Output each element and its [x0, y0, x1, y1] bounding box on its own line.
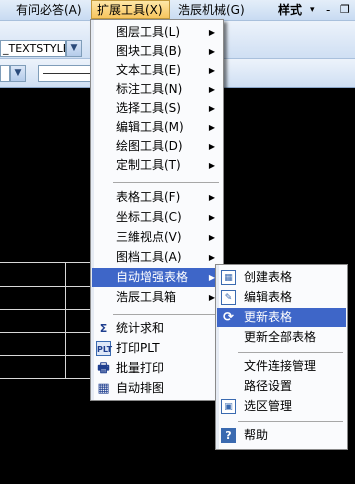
- menu-item-edit-table[interactable]: ✎ 编辑表格: [217, 288, 346, 307]
- auto-layout-icon: ▦: [97, 381, 110, 396]
- table-line: [0, 286, 90, 287]
- submenu-arrow-icon: ▶: [208, 28, 215, 37]
- menu-separator: [238, 421, 343, 422]
- table-line: [0, 378, 90, 379]
- menu-item-label: 文件连接管理: [244, 359, 317, 373]
- menu-item-label: 图块工具(B): [116, 44, 182, 58]
- menu-item-layer-tools[interactable]: 图层工具(L) ▶: [92, 23, 222, 42]
- menu-bar-edge: [0, 2, 6, 18]
- menu-item-label: 坐标工具(C): [116, 210, 182, 224]
- table-line: [0, 332, 90, 333]
- menu-item-label: 批量打印: [116, 361, 165, 375]
- menu-item-help[interactable]: ? 帮助: [217, 426, 346, 445]
- menu-item-label: 更新全部表格: [244, 330, 317, 344]
- menu-bar: 有问必答(A) 扩展工具(X) 浩辰机械(G) 样式 ▾ - ❐: [0, 0, 355, 21]
- menu-gstarcad-mechanical[interactable]: 浩辰机械(G): [178, 2, 245, 18]
- menu-item-label: 定制工具(T): [116, 158, 181, 172]
- sigma-icon: Σ: [99, 322, 108, 335]
- menu-item-label: 文本工具(E): [116, 63, 181, 77]
- table-line: [0, 262, 90, 263]
- menu-separator: [113, 182, 219, 183]
- menu-item-label: 图档工具(A): [116, 250, 182, 264]
- style-dropdown-icon[interactable]: ▾: [310, 2, 315, 18]
- table-line: [0, 355, 90, 356]
- style-label[interactable]: 样式: [278, 2, 302, 18]
- submenu-arrow-icon: ▶: [208, 161, 215, 170]
- chevron-down-icon[interactable]: ▼: [66, 40, 82, 57]
- menu-item-text-tools[interactable]: 文本工具(E) ▶: [92, 61, 222, 80]
- menu-item-create-table[interactable]: ▦ 创建表格: [217, 268, 346, 287]
- menu-item-drawing-file-tools[interactable]: 图档工具(A) ▶: [92, 248, 222, 267]
- textstyle-combo[interactable]: _TEXTSTYLE: [0, 40, 66, 57]
- menu-item-label: 统计求和: [116, 321, 165, 335]
- menu-item-print-plt[interactable]: PLT 打印PLT: [92, 339, 222, 358]
- menu-item-coordinate-tools[interactable]: 坐标工具(C) ▶: [92, 208, 222, 227]
- plt-icon: PLT: [96, 341, 112, 356]
- create-table-icon: ▦: [221, 270, 236, 285]
- menu-item-label: 图层工具(L): [116, 25, 181, 39]
- help-icon: ?: [221, 428, 236, 443]
- chevron-down-icon[interactable]: ▼: [10, 65, 26, 82]
- menu-item-label: 路径设置: [244, 379, 293, 393]
- menu-separator: [238, 352, 343, 353]
- menu-item-label: 编辑工具(M): [116, 120, 184, 134]
- menu-item-block-tools[interactable]: 图块工具(B) ▶: [92, 42, 222, 61]
- color-combo[interactable]: [0, 65, 10, 82]
- table-line: [65, 262, 66, 379]
- menu-item-label: 自动排图: [116, 381, 165, 395]
- menu-item-selection-manage[interactable]: ▣ 选区管理: [217, 397, 346, 416]
- menu-item-update-all-tables[interactable]: 更新全部表格: [217, 328, 346, 347]
- menu-item-label: 表格工具(F): [116, 190, 181, 204]
- menu-item-dimension-tools[interactable]: 标注工具(N) ▶: [92, 80, 222, 99]
- submenu-arrow-icon: ▶: [208, 193, 215, 202]
- extend-tools-menu: 图层工具(L) ▶ 图块工具(B) ▶ 文本工具(E) ▶ 标注工具(N) ▶ …: [90, 19, 224, 401]
- menu-item-label: 选择工具(S): [116, 101, 181, 115]
- menu-item-label: 绘图工具(D): [116, 139, 183, 153]
- menu-item-label: 编辑表格: [244, 290, 293, 304]
- menu-item-stat-sum[interactable]: Σ 统计求和: [92, 319, 222, 338]
- menu-item-label: 三維视点(V): [116, 230, 182, 244]
- menu-item-label: 标注工具(N): [116, 82, 183, 96]
- menu-item-label: 帮助: [244, 428, 269, 442]
- table-line: [0, 309, 90, 310]
- submenu-arrow-icon: ▶: [208, 233, 215, 242]
- menu-item-auto-layout[interactable]: ▦ 自动排图: [92, 379, 222, 398]
- menu-item-custom-tools[interactable]: 定制工具(T) ▶: [92, 156, 222, 175]
- menu-item-label: 浩辰工具箱: [116, 290, 177, 304]
- submenu-arrow-icon: ▶: [208, 123, 215, 132]
- selection-manage-icon: ▣: [221, 399, 236, 414]
- menu-item-label: 自动增强表格: [116, 270, 189, 284]
- menu-item-update-table[interactable]: ⟳ 更新表格: [217, 308, 346, 327]
- submenu-arrow-icon: ▶: [208, 213, 215, 222]
- minimize-button[interactable]: -: [326, 2, 330, 18]
- menu-item-auto-table[interactable]: 自动增强表格 ▶: [92, 268, 222, 287]
- menu-item-label: 创建表格: [244, 270, 293, 284]
- menu-item-edit-tools[interactable]: 编辑工具(M) ▶: [92, 118, 222, 137]
- menu-item-draw-tools[interactable]: 绘图工具(D) ▶: [92, 137, 222, 156]
- menu-item-table-tools[interactable]: 表格工具(F) ▶: [92, 188, 222, 207]
- menu-item-label: 打印PLT: [116, 341, 160, 355]
- submenu-arrow-icon: ▶: [208, 104, 215, 113]
- menu-item-path-settings[interactable]: 路径设置: [217, 377, 346, 396]
- update-table-icon: ⟳: [223, 310, 234, 325]
- menu-extend-tools[interactable]: 扩展工具(X): [97, 2, 163, 18]
- menu-item-3d-viewpoint[interactable]: 三維视点(V) ▶: [92, 228, 222, 247]
- restore-button[interactable]: ❐: [340, 2, 350, 18]
- batch-print-icon: 🖶: [97, 361, 110, 376]
- menu-separator: [113, 314, 219, 315]
- menu-item-label: 更新表格: [244, 310, 293, 324]
- menu-item-select-tools[interactable]: 选择工具(S) ▶: [92, 99, 222, 118]
- submenu-arrow-icon: ▶: [208, 85, 215, 94]
- submenu-arrow-icon: ▶: [208, 66, 215, 75]
- auto-table-submenu: ▦ 创建表格 ✎ 编辑表格 ⟳ 更新表格 更新全部表格 文件连接管理 路径设置 …: [215, 264, 348, 450]
- menu-item-label: 选区管理: [244, 399, 293, 413]
- menu-item-file-link-manage[interactable]: 文件连接管理: [217, 357, 346, 376]
- menu-item-toolbox[interactable]: 浩辰工具箱 ▶: [92, 288, 222, 307]
- edit-table-icon: ✎: [221, 290, 236, 305]
- menu-item-batch-print[interactable]: 🖶 批量打印: [92, 359, 222, 378]
- submenu-arrow-icon: ▶: [208, 47, 215, 56]
- menu-ask-answer[interactable]: 有问必答(A): [16, 2, 82, 18]
- submenu-arrow-icon: ▶: [208, 142, 215, 151]
